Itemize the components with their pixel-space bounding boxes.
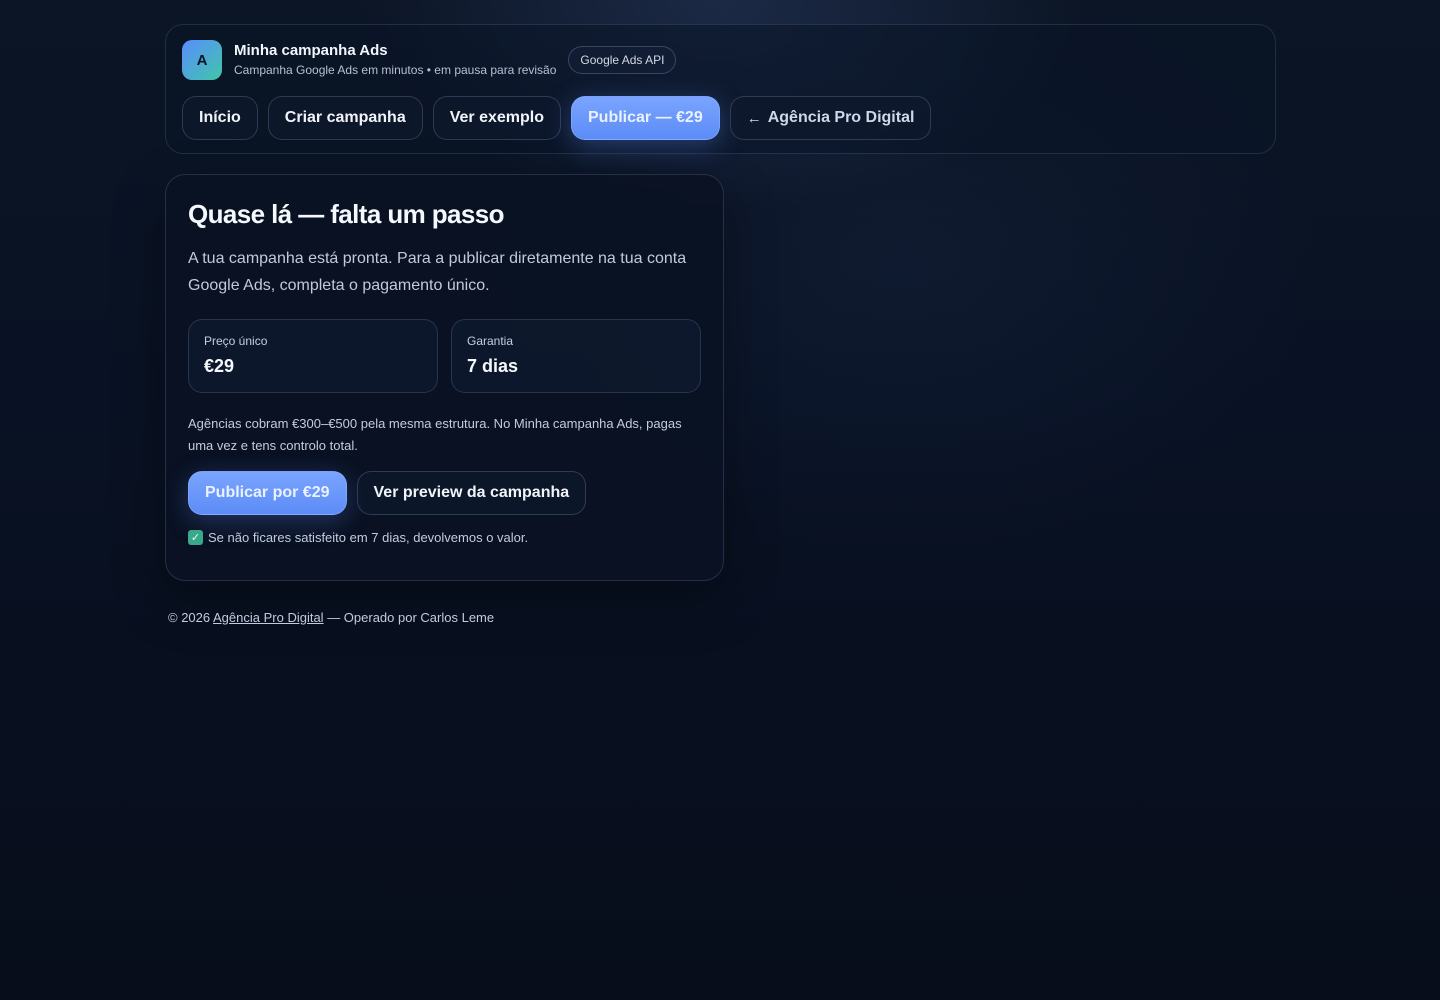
page-wrapper: A Minha campanha Ads Campanha Google Ads… <box>165 24 1276 625</box>
page-footer: © 2026 Agência Pro Digital — Operado por… <box>168 610 1276 625</box>
stats-row: Preço único €29 Garantia 7 dias <box>188 319 701 393</box>
arrow-left-icon: ← <box>746 109 762 127</box>
nav-home-button[interactable]: Início <box>182 96 258 140</box>
brand-name: Minha campanha Ads <box>234 42 388 59</box>
nav-agency-label: Agência Pro Digital <box>767 109 915 126</box>
stat-price: Preço único €29 <box>188 319 438 393</box>
guarantee-text: Se não ficares satisfeito em 7 dias, dev… <box>208 530 529 545</box>
nav-create-campaign-button[interactable]: Criar campanha <box>267 96 423 140</box>
checkmark-icon: ✓ <box>188 530 203 545</box>
stat-guarantee-value: 7 dias <box>467 356 519 376</box>
footer-copyright: © 2026 <box>168 610 214 625</box>
stat-guarantee-label: Garantia <box>467 334 514 348</box>
nav-agency-link[interactable]: ← Agência Pro Digital <box>729 96 932 140</box>
publish-pay-button[interactable]: Publicar por €29 <box>188 471 347 515</box>
nav-view-example-button[interactable]: Ver exemplo <box>432 96 561 140</box>
stat-price-value: €29 <box>204 356 235 376</box>
top-bar: A Minha campanha Ads Campanha Google Ads… <box>165 24 1276 154</box>
card-actions: Publicar por €29 Ver preview da campanha <box>188 471 701 515</box>
stat-price-label: Preço único <box>204 334 268 348</box>
main-nav: Início Criar campanha Ver exemplo Public… <box>182 96 1259 140</box>
card-lead: A tua campanha está pronta. Para a publi… <box>188 250 687 294</box>
footer-agency-link[interactable]: Agência Pro Digital <box>213 610 324 625</box>
pricing-note: Agências cobram €300–€500 pela mesma est… <box>188 416 682 453</box>
brand-text: Minha campanha Ads Campanha Google Ads e… <box>234 42 556 78</box>
checkout-card: Quase lá — falta um passo A tua campanha… <box>165 174 724 581</box>
card-title: Quase lá — falta um passo <box>188 199 505 229</box>
brand-subtitle: Campanha Google Ads em minutos • em paus… <box>234 63 557 77</box>
app-logo: A <box>182 40 222 80</box>
stat-guarantee: Garantia 7 dias <box>451 319 701 393</box>
footer-operator: — Operado por Carlos Leme <box>323 610 495 625</box>
api-badge: Google Ads API <box>568 46 677 74</box>
brand-row: A Minha campanha Ads Campanha Google Ads… <box>182 40 1259 80</box>
guarantee-line: ✓ Se não ficares satisfeito em 7 dias, d… <box>188 530 701 545</box>
preview-campaign-button[interactable]: Ver preview da campanha <box>356 471 587 515</box>
nav-publish-button[interactable]: Publicar — €29 <box>571 96 720 140</box>
